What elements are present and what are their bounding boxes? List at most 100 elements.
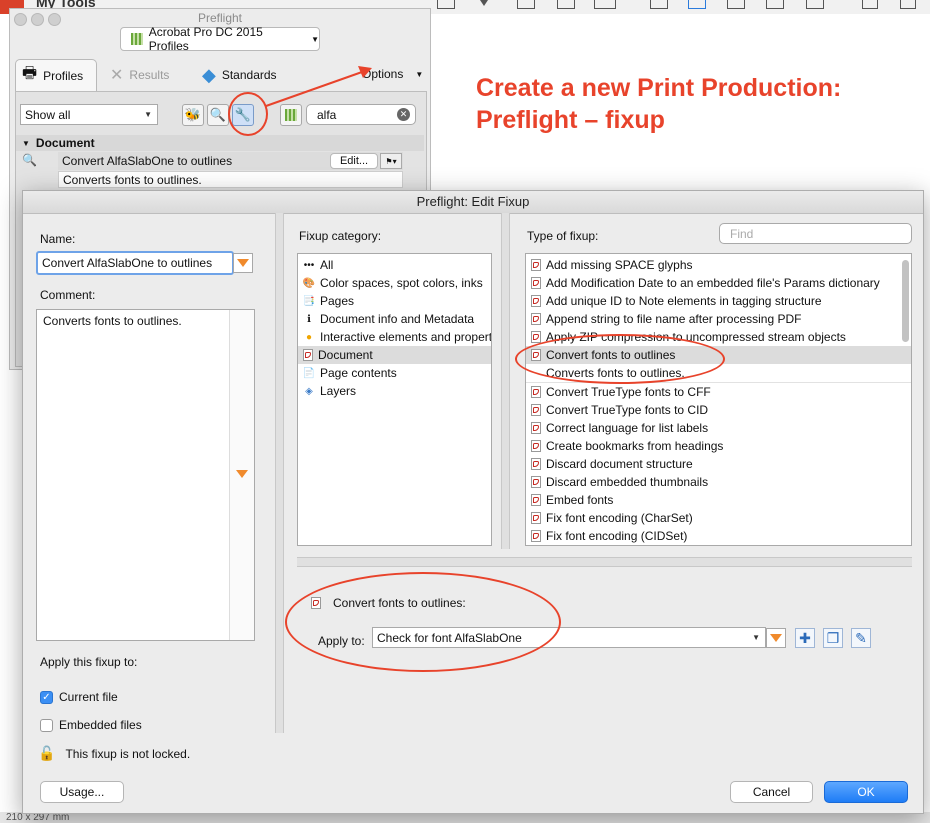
fixup-category-list[interactable]: ••• All 🎨 Color spaces, spot colors, inks … (297, 253, 492, 546)
fixup-item[interactable]: Append string to file name after process… (526, 310, 911, 328)
clear-search-icon[interactable]: ✕ (397, 108, 410, 121)
category-item[interactable]: ◈ Layers (298, 382, 491, 400)
comment-textarea[interactable]: Converts fonts to outlines. (36, 309, 255, 641)
ok-button[interactable]: OK (824, 781, 908, 803)
edit-button[interactable]: Edit... (330, 153, 378, 169)
fixup-label: Embed fonts (546, 493, 614, 507)
pdf-icon (531, 422, 541, 434)
print-production-icon[interactable] (688, 0, 706, 9)
pdf-icon (531, 295, 541, 307)
fixup-item[interactable]: Fix font encoding (CharSet) (526, 509, 911, 527)
name-value: Convert AlfaSlabOne to outlines (42, 256, 213, 270)
embedded-files-checkbox[interactable]: Embedded files (40, 718, 142, 732)
pdf-icon (531, 386, 541, 398)
fixup-item[interactable]: Convert TrueType fonts to CFF (526, 383, 911, 401)
checkmark-icon: ✓ (40, 690, 53, 704)
fixup-item[interactable]: Add unique ID to Note elements in taggin… (526, 292, 911, 310)
category-item[interactable]: 📄 Page contents (298, 364, 491, 382)
fixup-item[interactable]: Fix font encoding (CIDSet) (526, 527, 911, 545)
tree-group-document[interactable]: ▼ Document (16, 135, 424, 151)
toolbar-icon-4[interactable] (557, 0, 575, 9)
preflight-title: Preflight (197, 11, 243, 25)
category-item[interactable]: 📑 Pages (298, 292, 491, 310)
fixup-label: Fix font encoding (CIDSet) (546, 529, 688, 543)
middle-splitter[interactable] (501, 213, 510, 549)
cancel-label: Cancel (752, 785, 791, 799)
orange-triangle-icon (237, 259, 249, 267)
category-item-selected[interactable]: Document (298, 346, 491, 364)
edit-label: Edit... (339, 155, 369, 167)
diamond-icon: ◆ (202, 64, 216, 85)
fixup-item[interactable]: Correct language for list labels (526, 419, 911, 437)
toolbar-icon-3[interactable] (517, 0, 535, 9)
bee-icon[interactable]: 🐝 (182, 104, 204, 126)
toolbar-icon-8[interactable] (727, 0, 745, 9)
pdf-icon (531, 259, 541, 271)
flag-dropdown[interactable]: ⚑▾ (380, 153, 402, 169)
fixup-type-list[interactable]: Add missing SPACE glyphs Add Modificatio… (525, 253, 912, 546)
category-item[interactable]: 🎨 Color spaces, spot colors, inks (298, 274, 491, 292)
category-item[interactable]: ••• All (298, 256, 491, 274)
fixup-item[interactable]: Discard embedded thumbnails (526, 473, 911, 491)
category-label: Document info and Metadata (320, 312, 475, 326)
fixup-item[interactable]: Convert TrueType fonts to CID (526, 401, 911, 419)
toolbar-icon-10[interactable] (806, 0, 824, 9)
profiles-dropdown[interactable]: Acrobat Pro DC 2015 Profiles ▼ (120, 25, 320, 53)
usage-button[interactable]: Usage... (40, 781, 124, 803)
toolbar-icon-6[interactable] (650, 0, 668, 9)
profiles-dropdown-label: Acrobat Pro DC 2015 Profiles (148, 25, 263, 53)
category-label: All (320, 258, 334, 272)
highlight-ellipse-convert-fonts (515, 334, 725, 384)
toolbar-icon-5[interactable] (594, 0, 616, 9)
toolbar-icon-11[interactable] (862, 0, 878, 9)
tree-group-label: Document (35, 136, 95, 150)
find-input[interactable]: Find (719, 223, 912, 244)
horizontal-splitter[interactable] (297, 557, 912, 567)
name-dropdown-button[interactable] (233, 253, 253, 273)
fixup-item[interactable]: Discard document structure (526, 455, 911, 473)
toolbar-icon-12[interactable] (900, 0, 916, 9)
unchecked-box-icon (40, 718, 53, 732)
name-input[interactable]: Convert AlfaSlabOne to outlines (36, 251, 234, 275)
tab-results[interactable]: ✕ Results (110, 59, 169, 91)
pdf-icon (531, 458, 541, 470)
left-splitter[interactable] (275, 213, 284, 733)
cancel-button[interactable]: Cancel (730, 781, 813, 803)
fixup-item[interactable]: Create bookmarks from headings (526, 437, 911, 455)
filter-select[interactable]: Show all ▼ (20, 104, 158, 125)
fixup-list-scrollbar[interactable] (902, 260, 909, 342)
unlocked-padlock-icon[interactable]: 🔓 (38, 745, 55, 762)
duplicate-check-button[interactable]: ❐ (823, 628, 843, 648)
apply-to-dropdown-button[interactable] (766, 628, 786, 648)
fixup-label: Add missing SPACE glyphs (546, 258, 693, 272)
interactive-icon: ● (305, 331, 313, 343)
toolbar-icon-9[interactable] (766, 0, 784, 9)
ellipsis-icon: ••• (303, 259, 315, 271)
comment-dropdown-icon[interactable] (236, 470, 248, 478)
category-item[interactable]: ℹ Document info and Metadata (298, 310, 491, 328)
category-item[interactable]: ● Interactive elements and properties (298, 328, 491, 346)
magnifier-icon[interactable]: 🔍 (207, 104, 229, 126)
layers-icon: ◈ (305, 385, 313, 397)
annotation-line-1: Create a new Print Production: (476, 74, 842, 102)
tab-profiles-label: Profiles (43, 68, 84, 83)
fixup-item[interactable]: Embed fonts (526, 491, 911, 509)
toolbar-icon-1[interactable] (437, 0, 455, 9)
profile-bars-icon (131, 33, 143, 45)
ok-label: OK (857, 785, 875, 799)
current-file-checkbox[interactable]: ✓ Current file (40, 690, 118, 704)
fixup-tree-desc: Converts fonts to outlines. (58, 171, 403, 188)
fixup-label: Convert TrueType fonts to CID (546, 403, 709, 417)
add-check-button[interactable]: ✚ (795, 628, 815, 648)
edit-check-button[interactable]: ✎ (851, 628, 871, 648)
info-icon: ℹ (307, 313, 311, 325)
fixup-item[interactable]: Add missing SPACE glyphs (526, 256, 911, 274)
tab-profiles[interactable]: 🖶 Profiles (15, 59, 97, 91)
category-label: Color spaces, spot colors, inks (320, 276, 483, 290)
find-placeholder: Find (730, 226, 754, 241)
fixup-item[interactable]: Add Modification Date to an embedded fil… (526, 274, 911, 292)
download-icon[interactable] (480, 0, 488, 6)
disclosure-triangle-icon: ▼ (22, 138, 30, 148)
pdf-icon (303, 349, 313, 361)
category-label: Pages (320, 294, 355, 308)
